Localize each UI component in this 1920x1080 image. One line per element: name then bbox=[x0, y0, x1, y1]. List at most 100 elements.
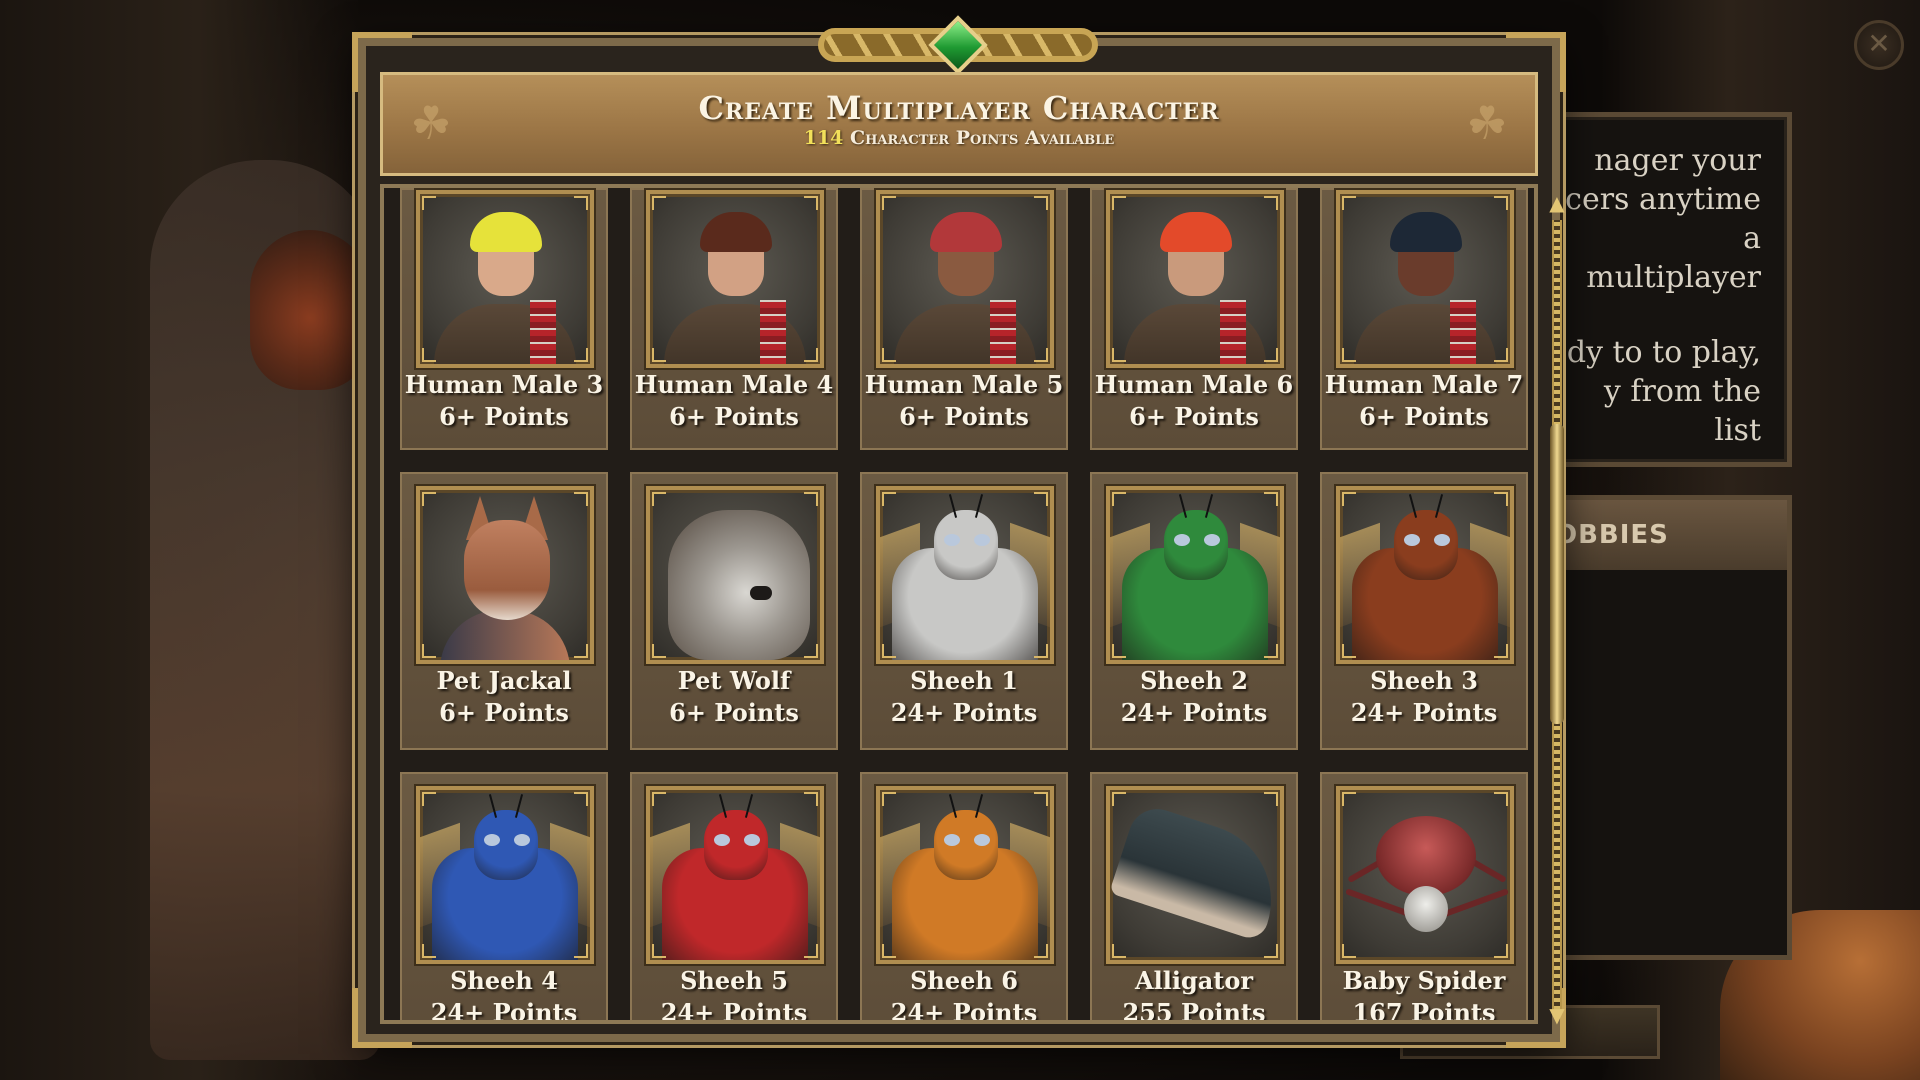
character-name: Pet Jackal bbox=[436, 666, 572, 695]
character-portrait bbox=[416, 190, 594, 368]
character-portrait bbox=[646, 190, 824, 368]
scroll-thumb[interactable] bbox=[1550, 424, 1564, 724]
triquetra-icon: ☘ bbox=[1466, 96, 1508, 150]
portrait-plaid bbox=[990, 300, 1016, 364]
portrait-hair bbox=[1160, 212, 1232, 252]
character-card-sheeh-4[interactable]: Sheeh 4 24+ Points bbox=[400, 772, 608, 1024]
character-name: Human Male 7 bbox=[1324, 370, 1524, 399]
portrait-head bbox=[668, 510, 810, 660]
character-portrait bbox=[1106, 786, 1284, 964]
create-character-dialog: ☘ ☘ Create Multiplayer Character 114 Cha… bbox=[352, 15, 1566, 1048]
portrait-head bbox=[1404, 886, 1448, 932]
arrow-down-icon[interactable]: ▼ bbox=[1546, 1004, 1568, 1026]
info-text-line: nager your bbox=[1594, 143, 1761, 178]
character-portrait bbox=[876, 190, 1054, 368]
character-portrait bbox=[876, 786, 1054, 964]
character-card-human-male-7[interactable]: Human Male 7 6+ Points bbox=[1320, 188, 1528, 450]
character-points: 6+ Points bbox=[669, 402, 799, 431]
character-name: Sheeh 1 bbox=[910, 666, 1018, 695]
character-list-scrollbar[interactable]: ▲ ▼ bbox=[1546, 186, 1566, 1026]
character-portrait bbox=[1106, 486, 1284, 664]
close-button[interactable]: ✕ bbox=[1854, 20, 1904, 70]
portrait-head bbox=[1394, 510, 1458, 580]
character-portrait bbox=[1336, 786, 1514, 964]
character-name: Sheeh 4 bbox=[450, 966, 558, 995]
triquetra-icon: ☘ bbox=[410, 96, 452, 150]
portrait-hair bbox=[930, 212, 1002, 252]
character-card-sheeh-5[interactable]: Sheeh 5 24+ Points bbox=[630, 772, 838, 1024]
character-portrait bbox=[646, 486, 824, 664]
character-name: Baby Spider bbox=[1342, 966, 1506, 995]
character-name: Human Male 3 bbox=[404, 370, 604, 399]
character-name: Sheeh 6 bbox=[910, 966, 1018, 995]
character-grid: Human Male 3 6+ Points Human Male 4 6+ P… bbox=[400, 188, 1528, 1024]
character-card-sheeh-3[interactable]: Sheeh 3 24+ Points bbox=[1320, 472, 1528, 750]
character-card-pet-wolf[interactable]: Pet Wolf 6+ Points bbox=[630, 472, 838, 750]
portrait-body bbox=[1376, 816, 1476, 896]
character-card-human-male-3[interactable]: Human Male 3 6+ Points bbox=[400, 188, 608, 450]
character-portrait bbox=[416, 486, 594, 664]
character-card-human-male-4[interactable]: Human Male 4 6+ Points bbox=[630, 188, 838, 450]
character-card-sheeh-6[interactable]: Sheeh 6 24+ Points bbox=[860, 772, 1068, 1024]
portrait-plaid bbox=[760, 300, 786, 364]
character-name: Human Male 4 bbox=[634, 370, 834, 399]
portrait-head bbox=[934, 510, 998, 580]
character-card-sheeh-1[interactable]: Sheeh 1 24+ Points bbox=[860, 472, 1068, 750]
character-card-human-male-6[interactable]: Human Male 6 6+ Points bbox=[1090, 188, 1298, 450]
points-label: Character Points Available bbox=[850, 127, 1115, 149]
info-text-line: cers anytime bbox=[1565, 182, 1761, 217]
portrait-hair bbox=[700, 212, 772, 252]
character-card-alligator[interactable]: Alligator 255 Points bbox=[1090, 772, 1298, 1024]
character-name: Sheeh 3 bbox=[1370, 666, 1478, 695]
character-points: 24+ Points bbox=[1350, 698, 1498, 727]
portrait-hair bbox=[470, 212, 542, 252]
character-name: Human Male 6 bbox=[1094, 370, 1294, 399]
character-card-baby-spider[interactable]: Baby Spider 167 Points bbox=[1320, 772, 1528, 1020]
character-name: Pet Wolf bbox=[677, 666, 791, 695]
points-available: 114 Character Points Available bbox=[383, 127, 1535, 149]
character-portrait bbox=[416, 786, 594, 964]
character-grid-area: Human Male 3 6+ Points Human Male 4 6+ P… bbox=[380, 184, 1538, 1024]
lobby-info-panel: nager your cers anytime a multiplayer dy… bbox=[1540, 112, 1792, 467]
character-points: 24+ Points bbox=[430, 998, 578, 1024]
character-points: 255 Points bbox=[1122, 998, 1266, 1024]
arrow-up-icon[interactable]: ▲ bbox=[1546, 192, 1568, 214]
emerald-gem-icon bbox=[928, 15, 988, 75]
character-card-human-male-5[interactable]: Human Male 5 6+ Points bbox=[860, 188, 1068, 450]
portrait-plaid bbox=[1220, 300, 1246, 364]
character-points: 6+ Points bbox=[439, 698, 569, 727]
character-card-sheeh-2[interactable]: Sheeh 2 24+ Points bbox=[1090, 472, 1298, 750]
portrait-head bbox=[1110, 801, 1280, 943]
portrait-head bbox=[1164, 510, 1228, 580]
lobbies-header: OBBIES bbox=[1545, 500, 1787, 570]
character-portrait bbox=[1106, 190, 1284, 368]
character-card-pet-jackal[interactable]: Pet Jackal 6+ Points bbox=[400, 472, 608, 750]
portrait-head bbox=[474, 810, 538, 880]
character-points: 24+ Points bbox=[890, 998, 1038, 1024]
info-text-line: dy to to play, bbox=[1566, 335, 1761, 370]
portrait-head bbox=[704, 810, 768, 880]
info-text-line: ur own lobby. bbox=[1565, 450, 1761, 462]
character-name: Human Male 5 bbox=[864, 370, 1064, 399]
dialog-title-bar: ☘ ☘ Create Multiplayer Character 114 Cha… bbox=[380, 72, 1538, 176]
portrait-plaid bbox=[530, 300, 556, 364]
info-text-line: y from the list bbox=[1603, 374, 1761, 448]
dialog-title: Create Multiplayer Character bbox=[698, 89, 1220, 127]
points-count: 114 bbox=[803, 127, 844, 149]
info-text-line: a multiplayer bbox=[1586, 221, 1761, 295]
character-portrait bbox=[646, 786, 824, 964]
portrait-head bbox=[934, 810, 998, 880]
character-portrait bbox=[1336, 190, 1514, 368]
portrait-plaid bbox=[1450, 300, 1476, 364]
character-portrait bbox=[1336, 486, 1514, 664]
character-points: 24+ Points bbox=[1120, 698, 1268, 727]
portrait-hair bbox=[1390, 212, 1462, 252]
character-name: Alligator bbox=[1134, 966, 1254, 995]
celtic-knot-ornament bbox=[818, 15, 1098, 75]
portrait-nose bbox=[750, 586, 772, 600]
background-figure-head bbox=[250, 230, 370, 390]
character-points: 6+ Points bbox=[1359, 402, 1489, 431]
character-points: 24+ Points bbox=[660, 998, 808, 1024]
character-name: Sheeh 2 bbox=[1140, 666, 1248, 695]
character-points: 24+ Points bbox=[890, 698, 1038, 727]
